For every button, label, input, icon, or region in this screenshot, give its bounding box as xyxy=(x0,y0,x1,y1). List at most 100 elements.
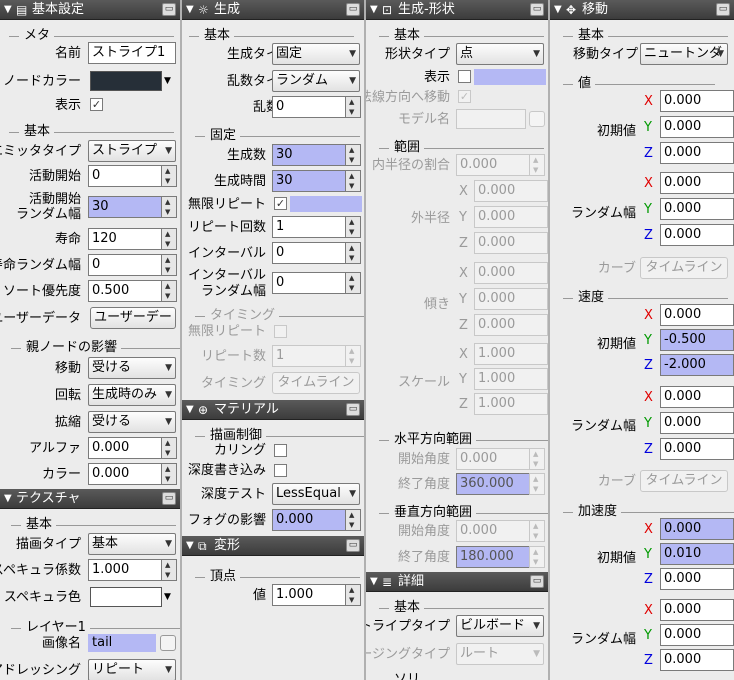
repeat-count-input[interactable]: 1 xyxy=(272,216,346,238)
collapse-triangle-icon[interactable]: ▼ xyxy=(370,572,378,592)
node-color-swatch[interactable] xyxy=(90,71,162,91)
outer-radius-x-input[interactable]: 0.000 xyxy=(474,180,548,202)
user-data-button[interactable]: ユーザーデー xyxy=(90,307,176,329)
timing-repeat-spinner[interactable] xyxy=(345,345,361,367)
value-init-z-input[interactable]: 0.000 xyxy=(660,142,734,164)
panel-header-texture[interactable]: ▼ テクスチャ ▭ xyxy=(0,489,180,509)
emitter-type-select[interactable]: ストライプ xyxy=(88,140,176,162)
active-start-input[interactable]: 0 xyxy=(88,165,162,187)
v-start-angle-spinner[interactable] xyxy=(529,520,545,542)
panel-options-icon[interactable]: ▭ xyxy=(716,3,730,16)
culling-checkbox[interactable] xyxy=(274,444,287,457)
rand-seed-spinner[interactable] xyxy=(345,96,361,118)
gen-count-spinner[interactable] xyxy=(345,144,361,166)
speed-rand-y-input[interactable]: 0.000 xyxy=(660,412,734,434)
collapse-triangle-icon[interactable]: ▼ xyxy=(186,400,194,420)
accel-init-x-input[interactable]: 0.000 xyxy=(660,518,734,540)
model-name-input[interactable] xyxy=(456,109,526,129)
gen-count-input[interactable]: 30 xyxy=(272,144,346,166)
collapse-triangle-icon[interactable]: ▼ xyxy=(4,0,12,20)
panel-header-basic-settings[interactable]: ▼ ▤ 基本設定 ▭ xyxy=(0,0,180,20)
vertex-value-input[interactable]: 1.000 xyxy=(272,584,346,606)
specular-coef-spinner[interactable] xyxy=(161,559,177,581)
addressing-select[interactable]: リピート xyxy=(88,659,176,680)
outer-radius-z-input[interactable]: 0.000 xyxy=(474,232,548,254)
active-rand-input[interactable]: 30 xyxy=(88,196,162,218)
stripe-type-select[interactable]: ビルボード xyxy=(456,615,544,637)
fog-input[interactable]: 0.000 xyxy=(272,509,346,531)
rand-seed-input[interactable]: 0 xyxy=(272,96,346,118)
easing-type-select[interactable]: ルート xyxy=(456,643,544,665)
collapse-triangle-icon[interactable]: ▼ xyxy=(186,0,194,20)
collapse-triangle-icon[interactable]: ▼ xyxy=(186,536,194,556)
repeat-count-spinner[interactable] xyxy=(345,216,361,238)
tilt-x-input[interactable]: 0.000 xyxy=(474,262,548,284)
depth-test-select[interactable]: LessEqual xyxy=(272,483,360,505)
shape-show-checkbox[interactable] xyxy=(458,70,471,83)
inner-radius-input[interactable]: 0.000 xyxy=(456,154,530,176)
speed-init-y-input[interactable]: -0.500 xyxy=(660,329,734,351)
accel-rand-y-input[interactable]: 0.000 xyxy=(660,624,734,646)
panel-options-icon[interactable]: ▭ xyxy=(346,3,360,16)
accel-rand-x-input[interactable]: 0.000 xyxy=(660,599,734,621)
v-end-angle-input[interactable]: 180.000 xyxy=(456,546,530,568)
panel-options-icon[interactable]: ▭ xyxy=(530,575,544,588)
collapse-triangle-icon[interactable]: ▼ xyxy=(4,489,12,509)
parent-scale-select[interactable]: 受ける xyxy=(88,411,176,433)
timing-infinite-checkbox[interactable] xyxy=(274,325,287,338)
accel-init-y-input[interactable]: 0.010 xyxy=(660,543,734,565)
speed-rand-x-input[interactable]: 0.000 xyxy=(660,386,734,408)
parent-color-spinner[interactable] xyxy=(161,463,177,485)
panel-options-icon[interactable]: ▭ xyxy=(162,492,176,505)
show-checkbox[interactable]: ✓ xyxy=(90,98,103,111)
chevron-down-icon[interactable]: ▼ xyxy=(164,590,171,605)
panel-header-material[interactable]: ▼ ⊕ マテリアル ▭ xyxy=(182,400,364,420)
accel-rand-z-input[interactable]: 0.000 xyxy=(660,649,734,671)
active-start-spinner[interactable] xyxy=(161,165,177,187)
fog-spinner[interactable] xyxy=(345,509,361,531)
specular-coef-input[interactable]: 1.000 xyxy=(88,559,162,581)
h-start-angle-spinner[interactable] xyxy=(529,448,545,470)
parent-alpha-input[interactable]: 0.000 xyxy=(88,437,162,459)
timing-timeline-button[interactable]: タイムライン xyxy=(272,372,360,394)
panel-header-movement[interactable]: ▼ ✥ 移動 ▭ xyxy=(550,0,734,20)
draw-type-select[interactable]: 基本 xyxy=(88,533,176,555)
panel-options-icon[interactable]: ▭ xyxy=(346,539,360,552)
collapse-triangle-icon[interactable]: ▼ xyxy=(554,0,562,20)
v-start-angle-input[interactable]: 0.000 xyxy=(456,520,530,542)
inner-radius-spinner[interactable] xyxy=(529,154,545,176)
value-timeline-button[interactable]: タイムライン xyxy=(640,257,728,279)
infinite-repeat-checkbox[interactable]: ✓ xyxy=(274,197,287,210)
panel-options-icon[interactable]: ▭ xyxy=(530,3,544,16)
depth-write-checkbox[interactable] xyxy=(274,464,287,477)
gen-time-input[interactable]: 30 xyxy=(272,170,346,192)
interval-rand-spinner[interactable] xyxy=(345,272,361,294)
image-name-input[interactable]: tail xyxy=(88,634,156,652)
life-input[interactable]: 120 xyxy=(88,228,162,250)
specular-color-swatch[interactable] xyxy=(90,587,162,607)
life-rand-spinner[interactable] xyxy=(161,254,177,276)
parent-move-select[interactable]: 受ける xyxy=(88,357,176,379)
outer-radius-y-input[interactable]: 0.000 xyxy=(474,206,548,228)
v-end-angle-spinner[interactable] xyxy=(529,546,545,568)
speed-rand-z-input[interactable]: 0.000 xyxy=(660,438,734,460)
interval-rand-input[interactable]: 0 xyxy=(272,272,346,294)
normal-move-checkbox[interactable]: ✓ xyxy=(458,90,471,103)
panel-header-transform[interactable]: ▼ ⧉ 変形 ▭ xyxy=(182,536,364,556)
collapse-triangle-icon[interactable]: ▼ xyxy=(370,0,378,20)
scale-y-input[interactable]: 1.000 xyxy=(474,368,548,390)
vertex-value-spinner[interactable] xyxy=(345,584,361,606)
value-rand-z-input[interactable]: 0.000 xyxy=(660,224,734,246)
accel-init-z-input[interactable]: 0.000 xyxy=(660,568,734,590)
interval-input[interactable]: 0 xyxy=(272,242,346,264)
parent-alpha-spinner[interactable] xyxy=(161,437,177,459)
tilt-z-input[interactable]: 0.000 xyxy=(474,314,548,336)
timing-repeat-input[interactable]: 1 xyxy=(272,345,346,367)
value-rand-x-input[interactable]: 0.000 xyxy=(660,172,734,194)
chevron-down-icon[interactable]: ▼ xyxy=(164,74,171,89)
panel-options-icon[interactable]: ▭ xyxy=(162,3,176,16)
value-init-x-input[interactable]: 0.000 xyxy=(660,90,734,112)
image-browse-button[interactable] xyxy=(160,635,176,651)
life-rand-input[interactable]: 0 xyxy=(88,254,162,276)
panel-header-generation[interactable]: ▼ ☼ 生成 ▭ xyxy=(182,0,364,20)
